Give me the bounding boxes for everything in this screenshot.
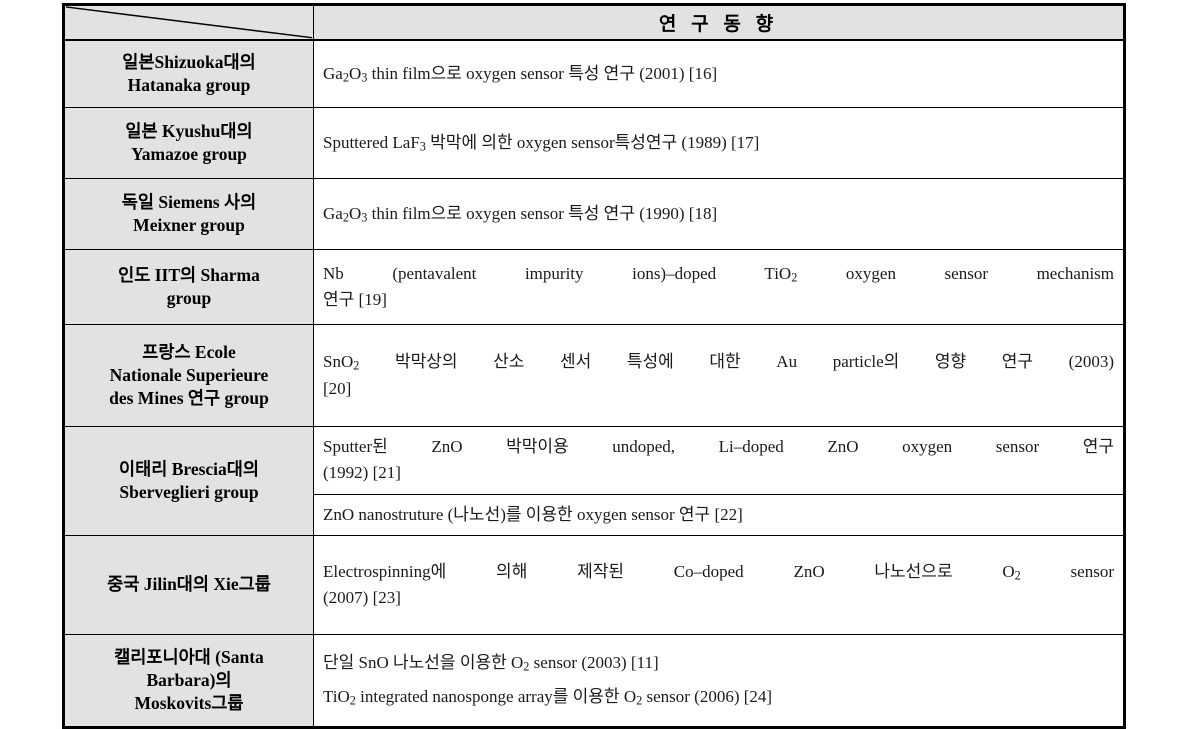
subscript: 3: [361, 210, 368, 225]
trend-line: Nb (pentavalent impurity ions)–doped TiO…: [314, 254, 1123, 321]
subscript: 2: [349, 693, 356, 708]
trend-cell-kyushu: Sputtered LaF3 박막에 의한 oxygen sensor특성연구 …: [313, 107, 1125, 179]
org-line: Meixner group: [133, 215, 245, 235]
table-row: 이태리 Brescia대의 Sberveglieri group Sputter…: [63, 425, 1125, 537]
org-cell-shizuoka: 일본Shizuoka대의 Hatanaka group: [63, 39, 314, 108]
table-row: 캘리포니아대 (Santa Barbara)의 Moskovits그룹 단일 S…: [63, 634, 1125, 729]
trend-cell-jilin: Electrospinning에 의해 제작된 Co–doped ZnO 나노선…: [313, 535, 1125, 636]
org-line: group: [166, 288, 212, 308]
org-line: Yamazoe group: [131, 144, 247, 164]
trend-line: 단일 SnO 나노선을 이용한 O2 sensor (2003) [11]: [323, 653, 659, 675]
trend-line: Sputtered LaF3 박막에 의한 oxygen sensor특성연구 …: [323, 132, 760, 154]
org-cell-ecole: 프랑스 Ecole Nationale Superieure des Mines…: [63, 324, 314, 427]
diagonal-divider-icon: [65, 6, 313, 39]
trend-line-wrapped: Sputter된 ZnO 박막이용 undoped, Li–doped ZnO …: [323, 437, 1114, 456]
table-row: 중국 Jilin대의 Xie그룹 Electrospinning에 의해 제작된…: [63, 535, 1125, 636]
subscript: 2: [342, 210, 349, 225]
trend-line-wrapped: Electrospinning에 의해 제작된 Co–doped ZnO 나노선…: [323, 561, 1114, 583]
column-header-research-trends: 연 구 동 향: [313, 4, 1125, 41]
org-line: 인도 IIT의 Sharma: [118, 264, 260, 285]
org-line: 독일 Siemens 사의: [121, 191, 257, 212]
trend-line-wrapped: SnO2 박막상의 산소 센서 특성에 대한 Au particle의 영향 연…: [323, 352, 1114, 373]
org-line: 일본 Kyushu대의: [125, 120, 253, 141]
subscript: 2: [342, 70, 349, 85]
org-line: 프랑스 Ecole: [142, 341, 236, 362]
trend-line: SnO2 박막상의 산소 센서 특성에 대한 Au particle의 영향 연…: [314, 342, 1123, 409]
org-cell-kyushu: 일본 Kyushu대의 Yamazoe group: [63, 107, 314, 179]
org-line: Sberveglieri group: [119, 482, 259, 503]
org-cell-ucsb: 캘리포니아대 (Santa Barbara)의 Moskovits그룹: [63, 634, 314, 729]
trend-cell-shizuoka: Ga2O3 thin film으로 oxygen sensor 특성 연구 (2…: [313, 39, 1125, 108]
org-line: 캘리포니아대 (Santa: [114, 646, 264, 667]
table-row: 프랑스 Ecole Nationale Superieure des Mines…: [63, 324, 1125, 427]
subscript: 2: [636, 693, 643, 708]
header-corner-cell: [63, 4, 314, 41]
table-row: 일본Shizuoka대의 Hatanaka group Ga2O3 thin f…: [63, 39, 1125, 108]
trend-line: Ga2O3 thin film으로 oxygen sensor 특성 연구 (2…: [323, 63, 718, 85]
trend-line-wrapped: Nb (pentavalent impurity ions)–doped TiO…: [323, 263, 1115, 285]
org-line: Nationale Superieure: [109, 364, 269, 385]
table-row: 독일 Siemens 사의 Meixner group Ga2O3 thin f…: [63, 178, 1125, 250]
trend-line: TiO2 integrated nanosponge array를 이용한 O2…: [323, 687, 773, 708]
research-trends-table: 연 구 동 향 일본Shizuoka대의 Hatanaka group Ga2O…: [62, 3, 1126, 729]
org-line: 일본Shizuoka대의: [122, 51, 256, 72]
trend-cell-iit: Nb (pentavalent impurity ions)–doped TiO…: [313, 249, 1125, 325]
table-header-row: 연 구 동 향: [63, 4, 1125, 41]
page-root: 연 구 동 향 일본Shizuoka대의 Hatanaka group Ga2O…: [0, 0, 1184, 729]
trend-line: ZnO nanostruture (나노선)를 이용한 oxygen senso…: [314, 493, 1123, 535]
org-cell-siemens: 독일 Siemens 사의 Meixner group: [63, 178, 314, 250]
trend-cell-ecole: SnO2 박막상의 산소 센서 특성에 대한 Au particle의 영향 연…: [313, 324, 1125, 427]
org-line: 이태리 Brescia대의: [119, 458, 259, 479]
trend-line: Ga2O3 thin film으로 oxygen sensor 특성 연구 (1…: [323, 203, 718, 225]
subscript: 3: [361, 70, 368, 85]
table-row: 인도 IIT의 Sharma group Nb (pentavalent imp…: [63, 249, 1125, 325]
org-cell-brescia: 이태리 Brescia대의 Sberveglieri group: [63, 425, 314, 537]
trend-cell-brescia: Sputter된 ZnO 박막이용 undoped, Li–doped ZnO …: [313, 425, 1125, 537]
org-cell-jilin: 중국 Jilin대의 Xie그룹: [63, 535, 314, 636]
org-line: 중국 Jilin대의 Xie그룹: [107, 574, 271, 595]
trend-cell-siemens: Ga2O3 thin film으로 oxygen sensor 특성 연구 (1…: [313, 178, 1125, 250]
subscript: 2: [523, 660, 530, 675]
org-line: des Mines 연구 group: [109, 388, 269, 409]
trend-line: Electrospinning에 의해 제작된 Co–doped ZnO 나노선…: [314, 552, 1123, 619]
org-line: Hatanaka group: [127, 75, 251, 95]
org-line: Barbara)의: [146, 669, 232, 690]
table-row: 일본 Kyushu대의 Yamazoe group Sputtered LaF3…: [63, 107, 1125, 179]
subscript: 2: [791, 270, 798, 285]
org-cell-iit: 인도 IIT의 Sharma group: [63, 249, 314, 325]
subscript: 2: [353, 358, 360, 373]
subscript: 3: [419, 139, 426, 154]
trend-line: Sputter된 ZnO 박막이용 undoped, Li–doped ZnO …: [314, 427, 1123, 494]
subscript: 2: [1014, 568, 1021, 583]
trend-cell-ucsb: 단일 SnO 나노선을 이용한 O2 sensor (2003) [11] Ti…: [313, 634, 1125, 729]
